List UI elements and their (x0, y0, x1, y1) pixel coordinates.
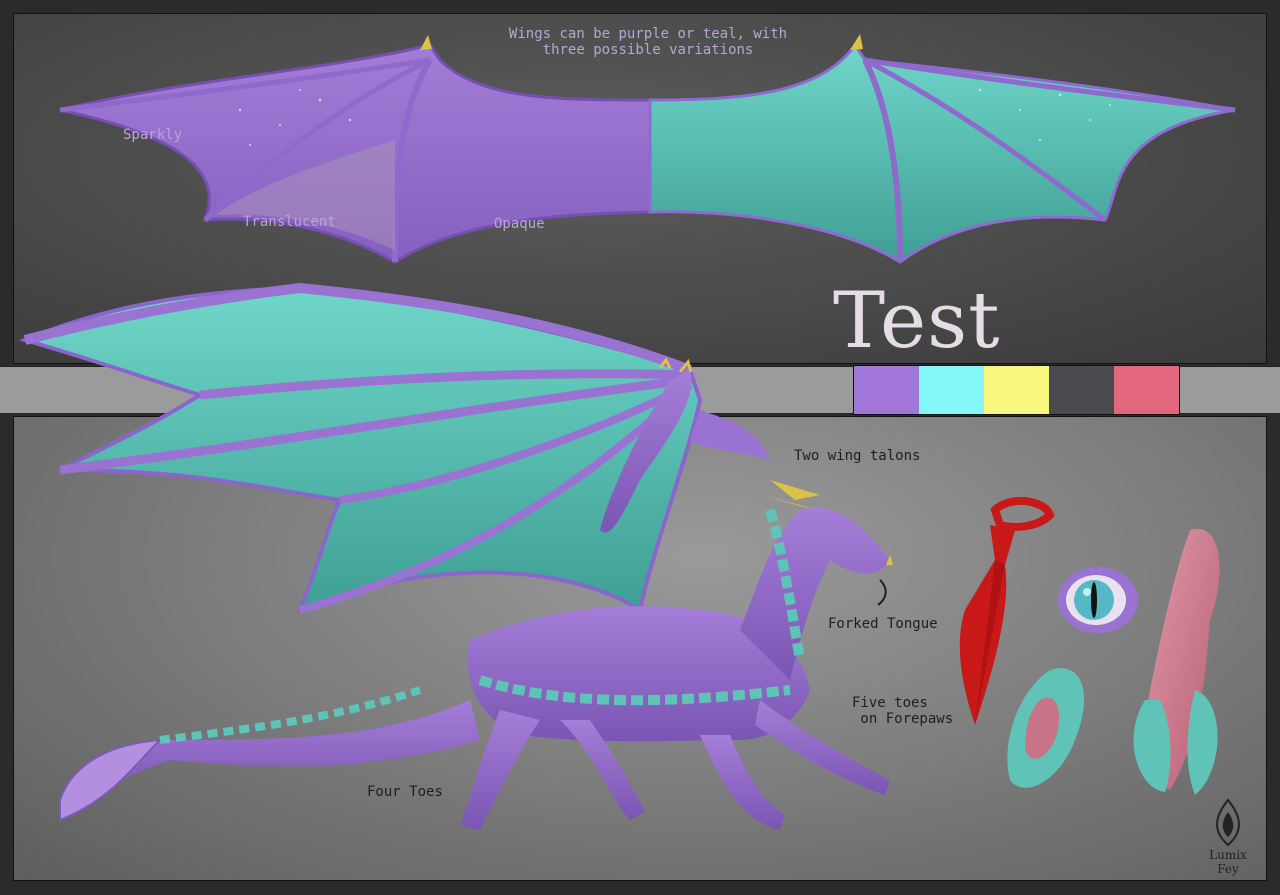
page-title: Test (833, 276, 1001, 366)
wing-variant-translucent: Translucent (243, 214, 336, 230)
annotation-hindpaws: Four Toes (367, 784, 443, 800)
signature-text: Lumix Fey (1209, 848, 1247, 876)
wing-variant-sparkly: Sparkly (123, 127, 183, 143)
annotation-forepaws: Five toes on Forepaws (852, 695, 954, 727)
annotation-wing-talons: Two wing talons (794, 448, 921, 464)
eye-illustration (1058, 567, 1138, 633)
reference-sheet: Wings can be purple or teal, with three … (0, 0, 1280, 895)
sheath-illustration (1007, 528, 1220, 795)
signature: Lumix Fey (1198, 792, 1258, 876)
wing-spread-illustration (59, 34, 1236, 264)
wing-note: Wings can be purple or teal, with three … (508, 26, 788, 58)
artwork (19, 34, 1240, 847)
wing-variant-opaque: Opaque (494, 216, 545, 232)
annotation-tongue: Forked Tongue (828, 616, 938, 632)
dragon-illustration (19, 282, 893, 830)
